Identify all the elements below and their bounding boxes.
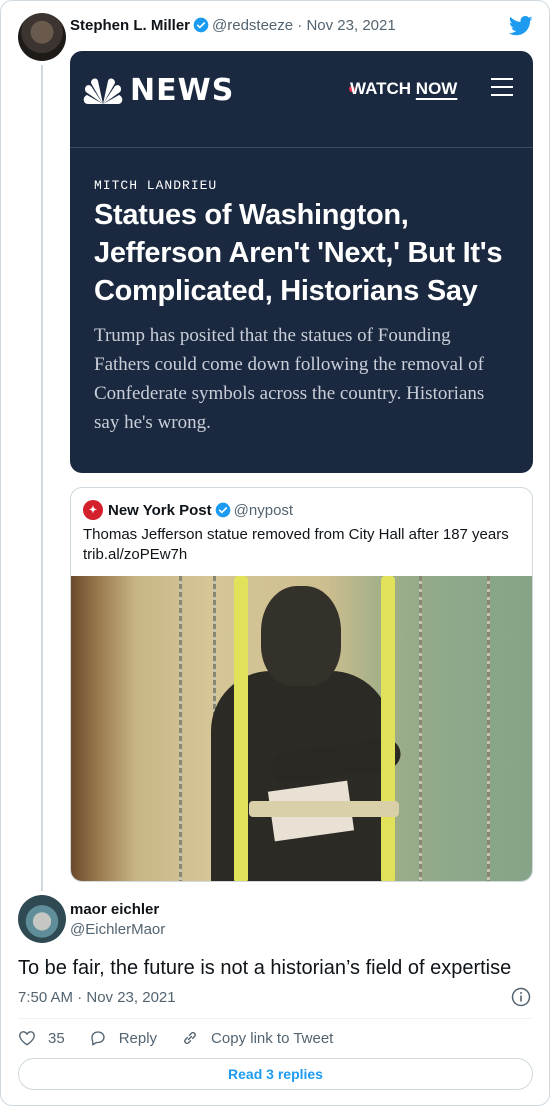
lifting-strap [381, 576, 395, 881]
verified-badge-icon [215, 502, 230, 518]
read-replies-label: Read 3 replies [228, 1066, 323, 1082]
tweet-header: Stephen L. Miller @redsteeze · Nov 23, 20… [70, 17, 396, 34]
quoted-author-name: New York Post [108, 501, 212, 519]
info-icon[interactable] [511, 987, 531, 1007]
reply-author-name[interactable]: maor eichler [70, 901, 159, 918]
article-headline: Statues of Washington, Jefferson Aren't … [94, 199, 503, 307]
reply-author-handle[interactable]: @EichlerMaor [70, 921, 165, 938]
author-name[interactable]: Stephen L. Miller [70, 17, 190, 34]
quoted-tweet-link[interactable]: trib.al/zoPEw7h [83, 545, 523, 565]
quoted-tweet-header: ✦ New York Post @nypost [83, 500, 293, 520]
nbc-logo: NEWS [82, 73, 234, 108]
chain [179, 576, 182, 881]
quoted-tweet-body: Thomas Jefferson statue removed from Cit… [83, 526, 509, 543]
like-button[interactable]: 35 [18, 1029, 65, 1047]
menu-icon[interactable] [491, 78, 513, 96]
read-replies-button[interactable]: Read 3 replies [18, 1058, 533, 1090]
jefferson-statue-photo[interactable] [71, 576, 532, 881]
author-handle[interactable]: @redsteeze [212, 17, 293, 34]
nypost-logo-icon: ✦ [83, 500, 103, 520]
reply-tweet-text: To be fair, the future is not a historia… [18, 957, 512, 979]
reply-icon [91, 1031, 105, 1046]
tweet-date[interactable]: Nov 23, 2021 [306, 17, 395, 34]
lifting-strap [234, 576, 248, 881]
tweet-actions: 35 Reply Copy link to Tweet [18, 1029, 357, 1047]
reply-button[interactable]: Reply [89, 1029, 157, 1047]
statue-head [261, 586, 341, 686]
quoted-tweet-text: Thomas Jefferson statue removed from Cit… [83, 525, 523, 565]
quoted-author-handle: @nypost [233, 501, 294, 519]
quoted-tweet[interactable]: ✦ New York Post @nypost Thomas Jefferson… [70, 487, 533, 882]
nbc-topbar: NEWS WATCH NOW [70, 51, 533, 147]
action-divider [18, 1018, 533, 1019]
nbc-peacock-icon [83, 78, 123, 104]
like-count: 35 [48, 1029, 65, 1047]
nbc-news-screenshot[interactable]: NEWS WATCH NOW MITCH LANDRIEU Statues of… [70, 51, 533, 473]
watch-label: WATCH [350, 79, 412, 98]
reply-author-avatar[interactable] [18, 895, 66, 943]
watch-now-link[interactable]: WATCH NOW [350, 79, 457, 99]
verified-badge-icon [193, 17, 209, 33]
chain [419, 576, 422, 881]
copy-link-button[interactable]: Copy link to Tweet [181, 1029, 333, 1047]
now-label: NOW [415, 79, 458, 98]
nbc-divider [70, 147, 533, 148]
article-dek: Trump has posited that the statues of Fo… [94, 325, 485, 433]
article-kicker: MITCH LANDRIEU [94, 178, 218, 193]
embedded-tweet-card: Stephen L. Miller @redsteeze · Nov 23, 20… [0, 0, 550, 1106]
reply-timestamp[interactable]: 7:50 AM · Nov 23, 2021 [18, 989, 176, 1006]
heart-icon [19, 1031, 35, 1046]
link-icon [184, 1032, 196, 1044]
ratchet-strap [249, 801, 399, 817]
thread-line [41, 65, 43, 891]
date-separator: · [297, 17, 303, 34]
author-avatar[interactable] [18, 13, 66, 61]
nbc-brand-text: NEWS [130, 73, 235, 108]
twitter-bird-icon[interactable] [509, 15, 533, 37]
chain [487, 576, 490, 881]
copy-link-label: Copy link to Tweet [211, 1029, 334, 1047]
reply-label: Reply [118, 1029, 158, 1047]
